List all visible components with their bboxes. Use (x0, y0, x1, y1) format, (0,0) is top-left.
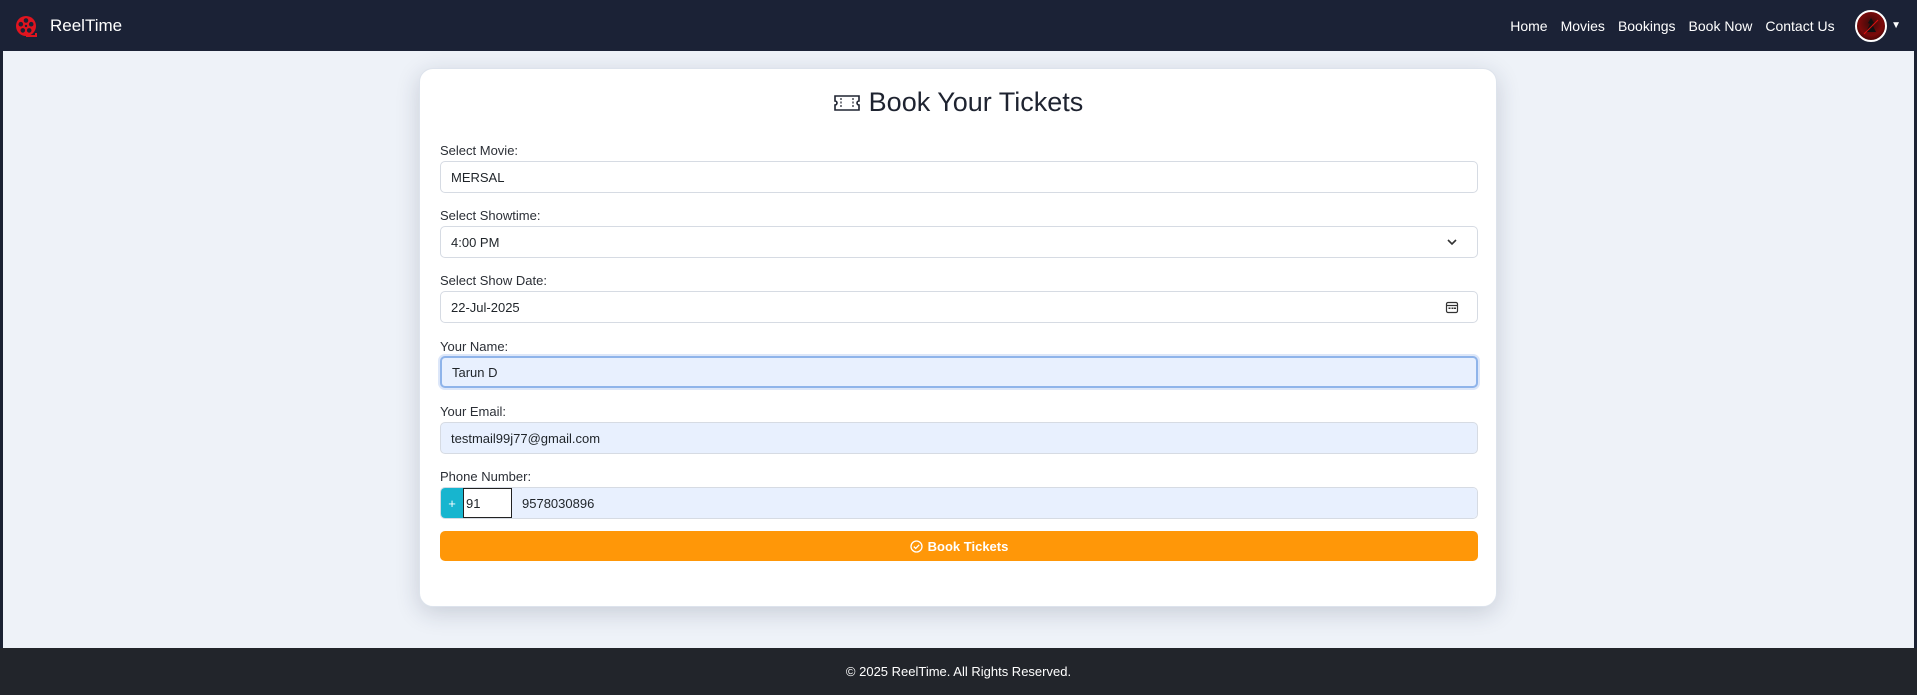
movie-value: MERSAL (451, 169, 505, 185)
movie-input[interactable]: MERSAL (440, 161, 1478, 193)
phone-label: Phone Number: (440, 469, 532, 484)
country-code-input[interactable]: 91 (463, 488, 512, 518)
avatar (1855, 9, 1888, 42)
avatar-figure-icon (1863, 17, 1879, 34)
book-tickets-button[interactable]: Book Tickets (440, 531, 1478, 561)
showtime-select[interactable]: 4:00 PM (440, 226, 1478, 258)
name-input[interactable]: Tarun D (440, 356, 1478, 388)
top-navbar: ReelTime Home Movies Bookings Book Now C… (0, 0, 1917, 51)
date-input[interactable]: 22-Jul-2025 (440, 291, 1478, 323)
email-value: testmail99j77@gmail.com (451, 430, 601, 446)
showtime-value: 4:00 PM (451, 234, 500, 250)
email-label: Your Email: (440, 404, 506, 419)
brand[interactable]: ReelTime (14, 14, 122, 38)
name-value: Tarun D (452, 364, 498, 380)
chevron-down-icon (1447, 239, 1457, 246)
phone-field: + 91 9578030896 (440, 487, 1478, 519)
date-value: 22-Jul-2025 (451, 299, 520, 315)
film-reel-icon (16, 15, 37, 37)
user-menu[interactable]: ▼ (1855, 9, 1901, 42)
brand-name: ReelTime (50, 15, 123, 35)
nav-link-home[interactable]: Home (1504, 18, 1554, 34)
name-label: Your Name: (440, 339, 509, 354)
movie-label: Select Movie: (440, 143, 519, 158)
date-label: Select Show Date: (440, 273, 547, 288)
nav-link-movies[interactable]: Movies (1554, 18, 1611, 34)
calendar-icon[interactable] (1445, 300, 1459, 314)
footer: © 2025 ReelTime. All Rights Reserved. (0, 648, 1917, 695)
footer-copyright: © 2025 ReelTime. All Rights Reserved. (845, 664, 1072, 679)
email-input[interactable]: testmail99j77@gmail.com (440, 422, 1478, 454)
page-title: Book Your Tickets (868, 87, 1084, 117)
phone-number-input[interactable]: 9578030896 (512, 488, 1477, 518)
booking-card: Book Your Tickets Select Movie: MERSAL S… (419, 68, 1497, 607)
ticket-icon (833, 94, 860, 111)
nav-link-contact-us[interactable]: Contact Us (1759, 18, 1841, 34)
nav-link-book-now[interactable]: Book Now (1682, 18, 1759, 34)
phone-prefix: + (441, 488, 463, 518)
nav-links: Home Movies Bookings Book Now Contact Us (1504, 18, 1841, 34)
nav-link-bookings[interactable]: Bookings (1611, 18, 1682, 34)
check-circle-icon (910, 539, 923, 553)
card-header: Book Your Tickets (420, 87, 1496, 118)
showtime-label: Select Showtime: (440, 208, 541, 223)
book-tickets-label: Book Tickets (927, 538, 1009, 554)
chevron-down-icon: ▼ (1891, 20, 1901, 31)
